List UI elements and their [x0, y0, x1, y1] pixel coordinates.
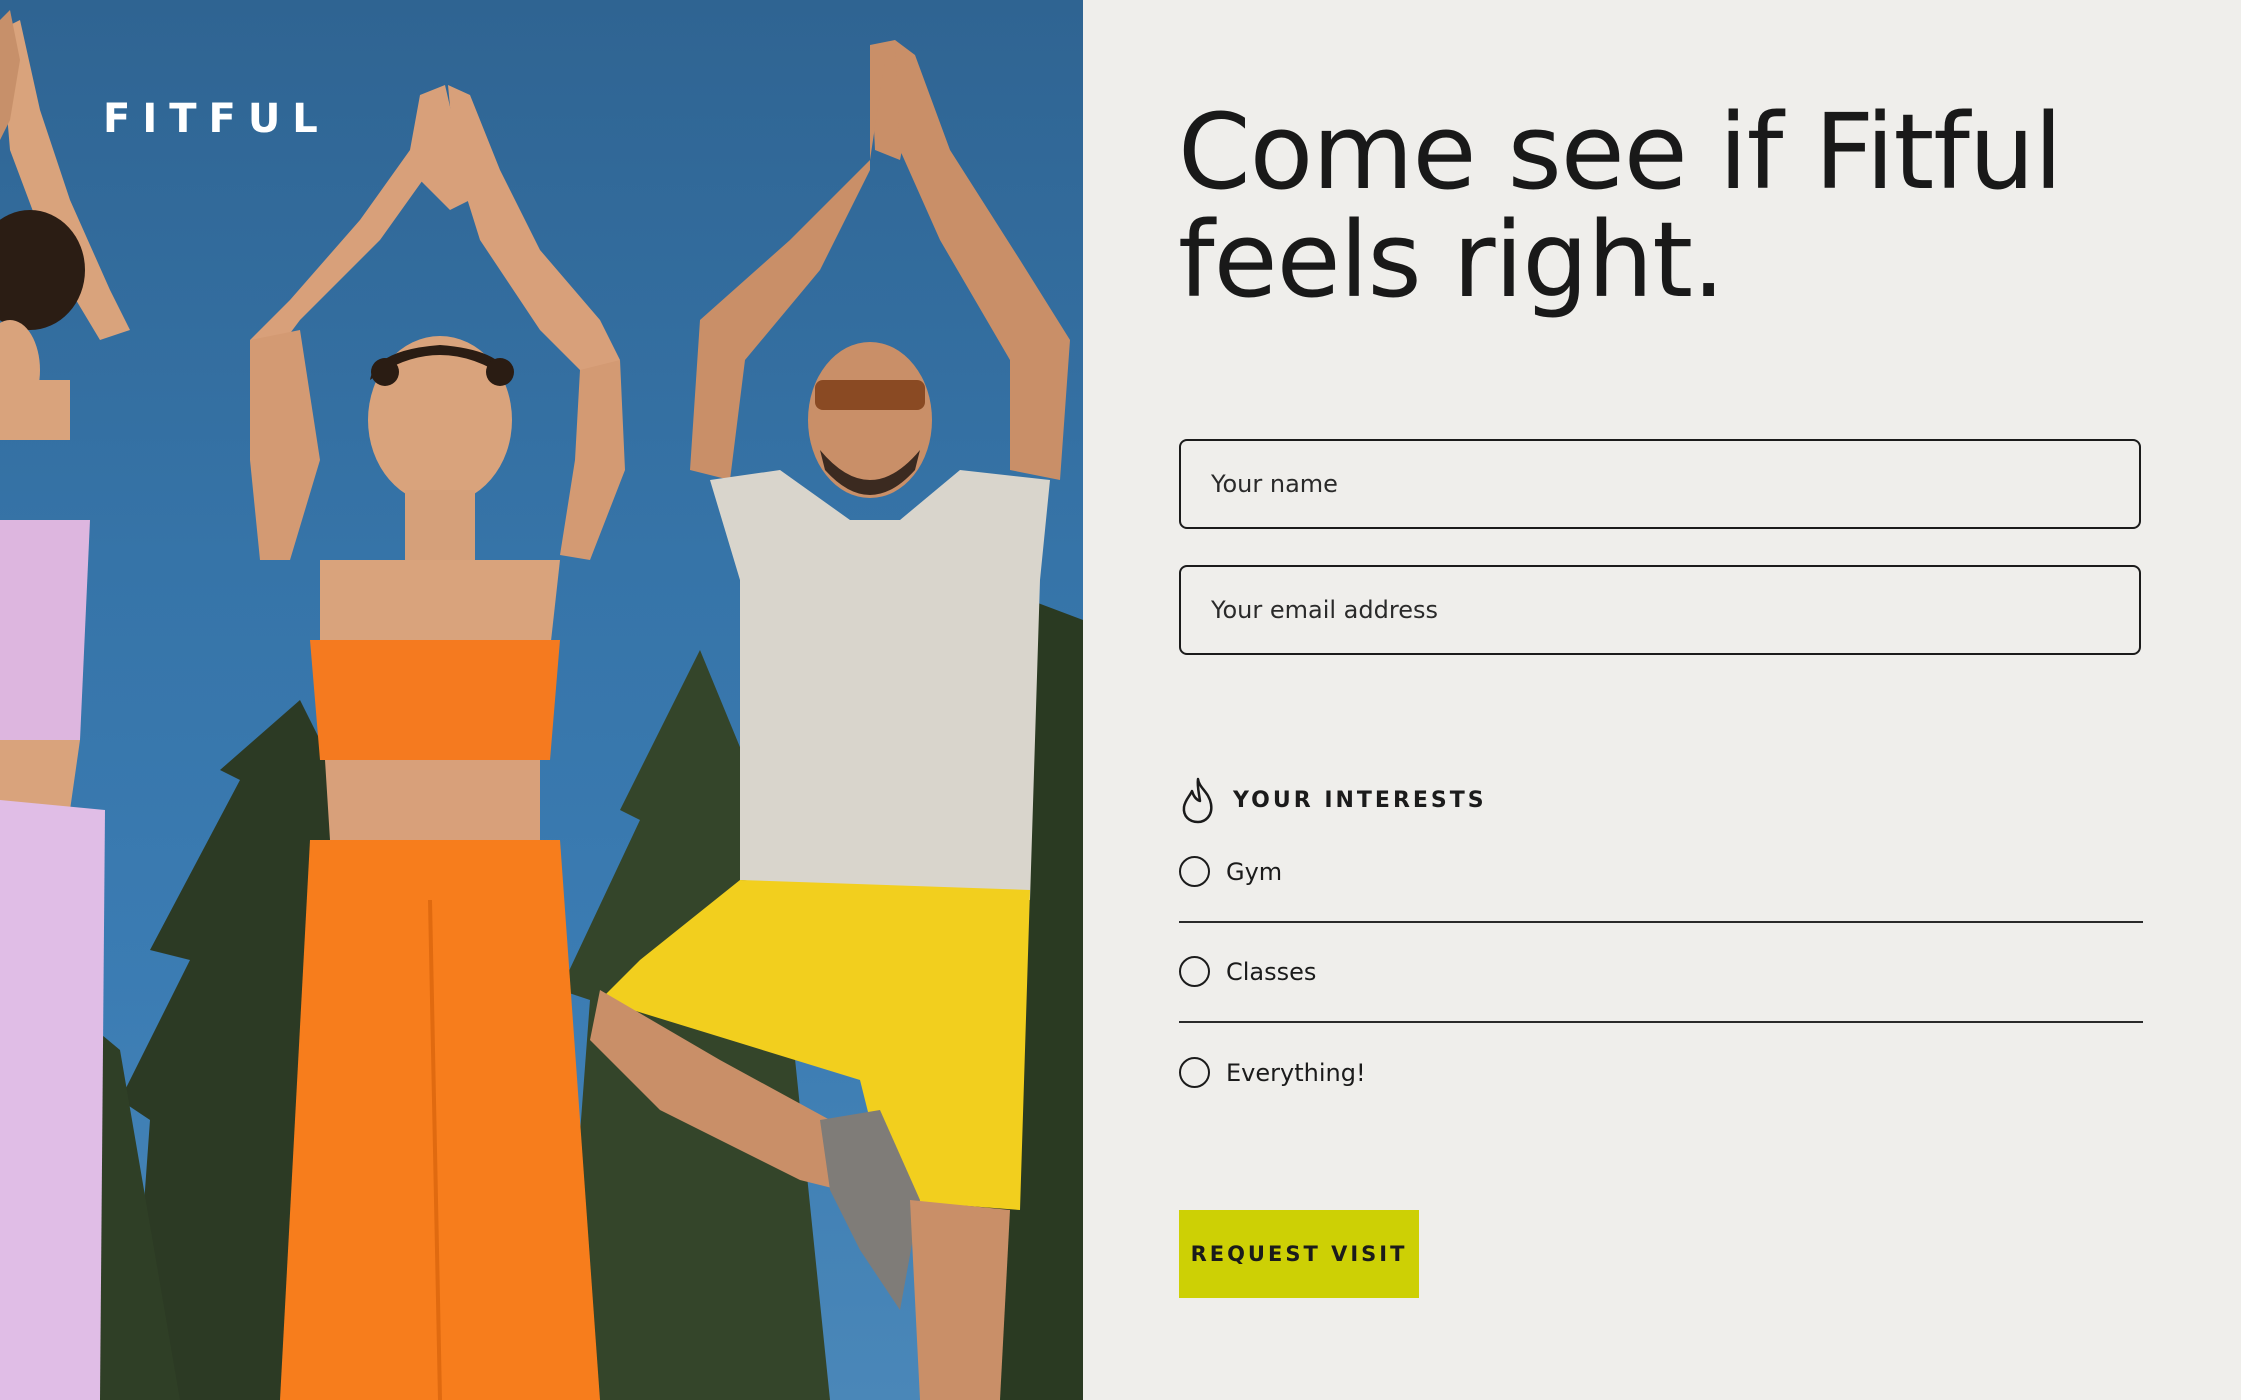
name-input[interactable]	[1179, 439, 2141, 529]
radio-button[interactable]	[1179, 856, 1210, 887]
page-title: Come see if Fitful feels right.	[1178, 98, 2178, 314]
interest-option-classes[interactable]: Classes	[1179, 956, 2143, 987]
flame-icon	[1179, 776, 1217, 824]
divider	[1179, 921, 2143, 923]
option-label: Gym	[1226, 857, 1283, 886]
headline-line-1: Come see if Fitful	[1178, 91, 2063, 213]
headline-line-2: feels right.	[1178, 199, 1725, 321]
hero-photo: FITFUL	[0, 0, 1083, 1400]
interests-heading: YOUR INTERESTS	[1179, 776, 1487, 824]
option-label: Classes	[1226, 957, 1317, 986]
email-input[interactable]	[1179, 565, 2141, 655]
interest-option-everything[interactable]: Everything!	[1179, 1057, 2143, 1088]
brand-logo[interactable]: FITFUL	[103, 96, 330, 142]
yoga-group-illustration	[0, 10, 1083, 1400]
radio-button[interactable]	[1179, 1057, 1210, 1088]
request-visit-form: Come see if Fitful feels right. YOUR INT…	[1083, 0, 2241, 1400]
interest-option-gym[interactable]: Gym	[1179, 856, 2143, 887]
radio-button[interactable]	[1179, 956, 1210, 987]
page: FITFUL Come see if Fitful feels right. Y…	[0, 0, 2241, 1400]
divider	[1179, 1021, 2143, 1023]
request-visit-button[interactable]: REQUEST VISIT	[1179, 1210, 1419, 1298]
option-label: Everything!	[1226, 1058, 1366, 1087]
interests-title: YOUR INTERESTS	[1233, 787, 1487, 813]
